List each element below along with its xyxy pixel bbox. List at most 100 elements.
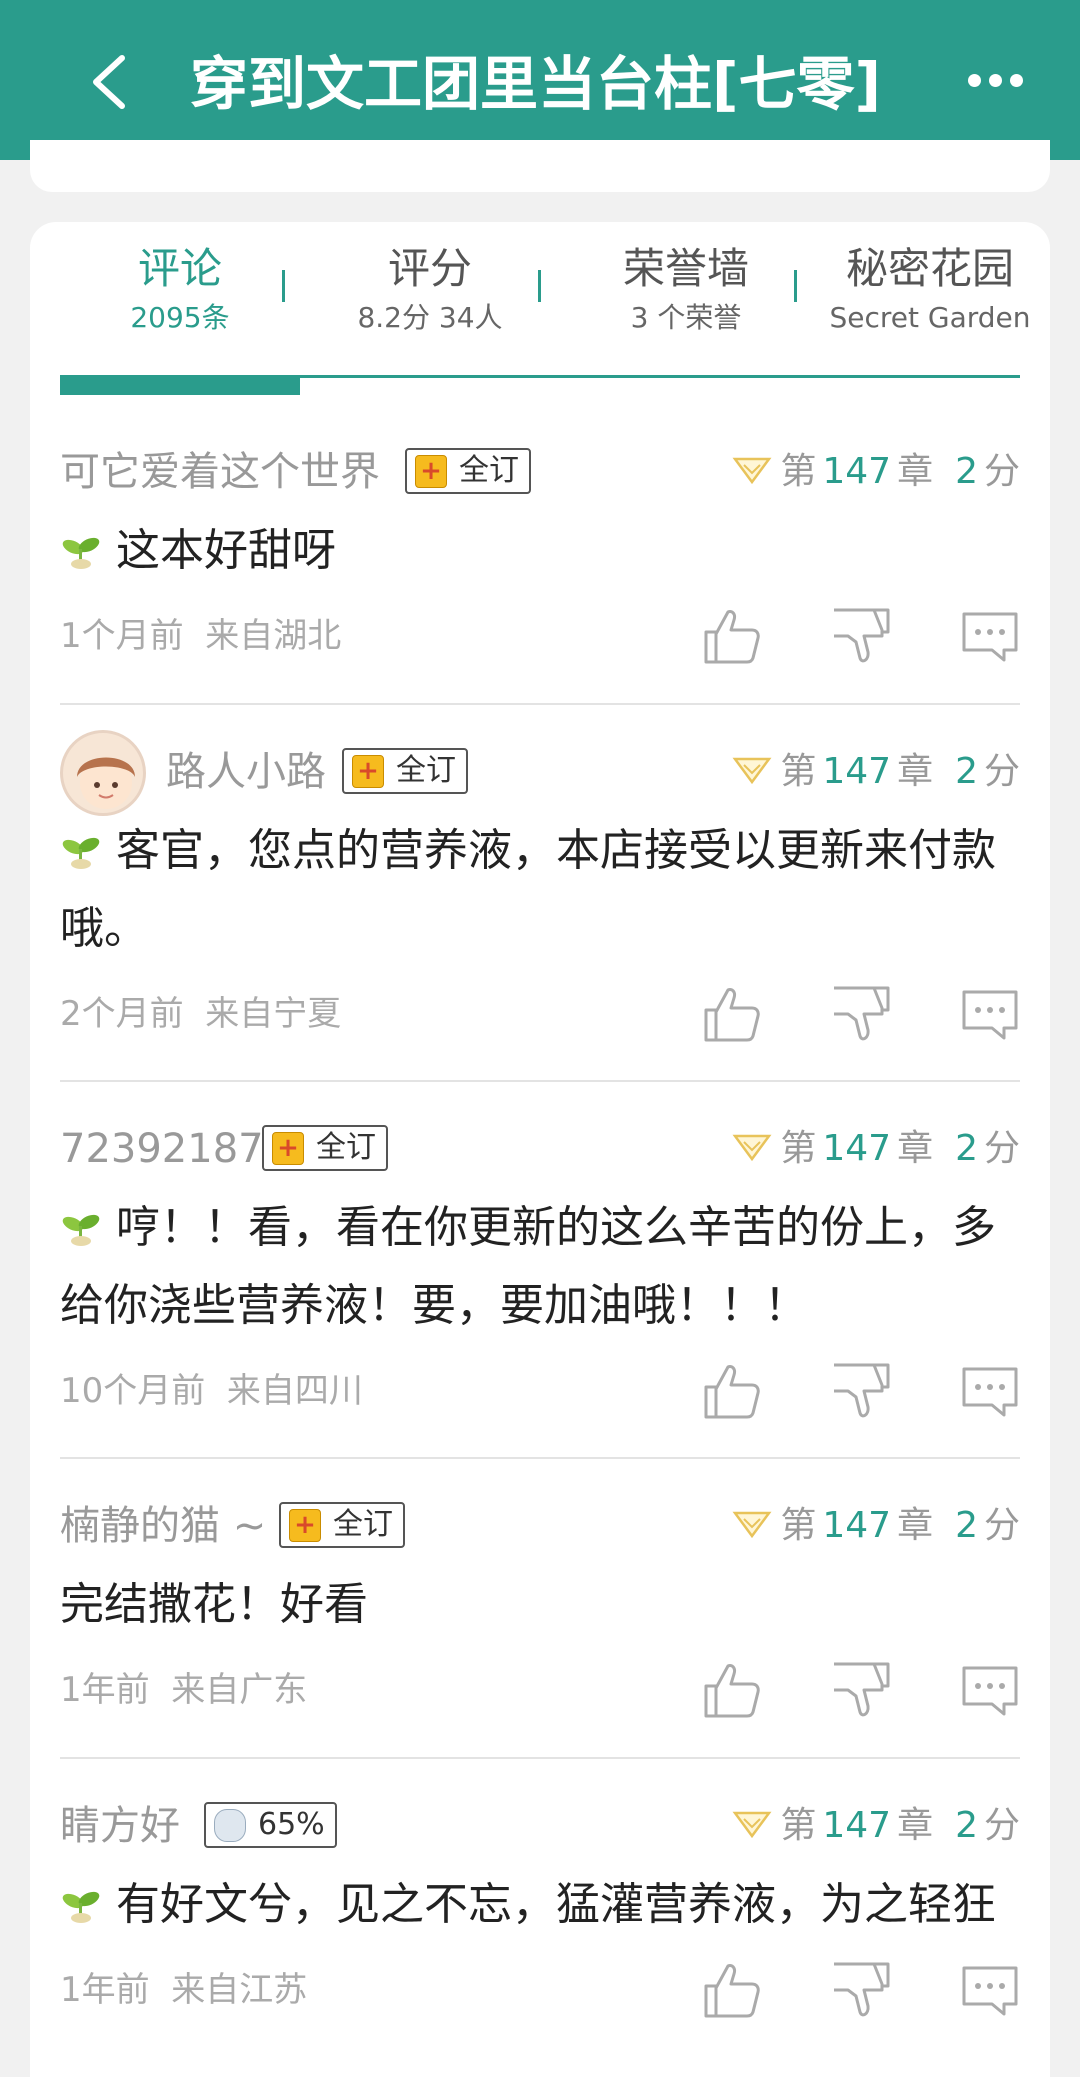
chapter-prefix: 第: [780, 751, 817, 792]
score-value: 2: [955, 751, 978, 792]
reply-bubble-icon[interactable]: [960, 1960, 1020, 2020]
comment-text: 有好文兮，见之不忘，猛灌营养液，为之轻狂: [60, 1866, 1020, 1944]
top-app-bar: 穿到文工团里当台柱[七零]: [0, 0, 1080, 160]
comment-footer: 1年前 来自广东: [60, 1660, 1020, 1720]
comment-time: 1年前: [60, 1670, 150, 1710]
comment-content: 哼！！看，看在你更新的这么辛苦的份上，多给你浇些营养液！要，要加油哦！！！: [60, 1202, 996, 1331]
comment-text: 这本好甜呀: [60, 512, 1020, 590]
comment-time-location: 1年前 来自广东: [60, 1660, 307, 1720]
comment-time: 10个月前: [60, 1371, 206, 1411]
reply-bubble-icon[interactable]: [960, 1361, 1020, 1421]
score-value: 2: [955, 1805, 978, 1846]
reading-progress-badge: 65%: [204, 1802, 337, 1848]
reply-bubble-icon[interactable]: [960, 606, 1020, 666]
comment-footer: 1年前 来自江苏: [60, 1960, 1020, 2020]
chapter-suffix: 章: [897, 1505, 934, 1546]
bookmark-badge-icon: [272, 1127, 304, 1169]
comment-time: 2个月前: [60, 994, 184, 1034]
comment-content: 有好文兮，见之不忘，猛灌营养液，为之轻狂: [116, 1879, 996, 1930]
chapter-number: 147: [822, 1805, 892, 1846]
tab-label: 秘密花园: [845, 244, 1014, 293]
chapter-number: 147: [822, 1505, 892, 1546]
score-suffix: 分: [983, 751, 1020, 792]
tab-divider: [282, 270, 285, 302]
thumbs-up-icon[interactable]: [702, 984, 762, 1044]
tab-honor-wall[interactable]: 荣誉墙 3 个荣誉: [566, 238, 806, 336]
chapter-suffix: 章: [897, 1128, 934, 1169]
back-button[interactable]: [84, 52, 134, 112]
badge-label: 全订: [316, 1130, 376, 1165]
subscription-badge: 全订: [262, 1125, 388, 1171]
sprout-icon: [62, 837, 100, 869]
chapter-score-info: 第 147 章 2 分: [732, 744, 1020, 800]
chapter-score-info: 第 147 章 2 分: [732, 1121, 1020, 1177]
tab-sublabel: Secret Garden: [829, 301, 1031, 334]
comment-footer: 2个月前 来自宁夏: [60, 984, 1020, 1044]
diamond-icon: [732, 1511, 772, 1539]
more-dot: [1010, 74, 1023, 87]
sprout-icon: [62, 537, 100, 569]
tab-rating[interactable]: 评分 8.2分 34人: [310, 238, 550, 336]
reply-bubble-icon[interactable]: [960, 1660, 1020, 1720]
comment-location: 来自江苏: [171, 1970, 308, 2010]
score-suffix: 分: [983, 1505, 1020, 1546]
score-value: 2: [955, 451, 978, 492]
reply-bubble-icon[interactable]: [960, 984, 1020, 1044]
chevron-left-icon: [93, 55, 125, 109]
chapter-number: 147: [822, 451, 892, 492]
more-dot: [989, 74, 1002, 87]
tab-divider: [538, 270, 541, 302]
comment-time-location: 1个月前 来自湖北: [60, 606, 341, 666]
thumbs-down-icon[interactable]: [832, 1361, 892, 1421]
comment-footer: 1个月前 来自湖北: [60, 606, 1020, 666]
score-value: 2: [955, 1505, 978, 1546]
diamond-icon: [732, 1811, 772, 1839]
tab-secret-garden[interactable]: 秘密花园 Secret Garden: [820, 238, 1040, 336]
chapter-number: 147: [822, 751, 892, 792]
score-suffix: 分: [983, 1128, 1020, 1169]
comment-separator: [60, 1757, 1020, 1759]
tab-comments[interactable]: 评论 2095条: [60, 238, 300, 336]
comment-content: 客官，您点的营养液，本店接受以更新来付款哦。: [60, 825, 996, 954]
sprout-icon: [62, 1214, 100, 1246]
username[interactable]: 72392187: [60, 1121, 264, 1177]
comment-time-location: 1年前 来自江苏: [60, 1960, 307, 2020]
score-suffix: 分: [983, 1805, 1020, 1846]
chapter-prefix: 第: [780, 1505, 817, 1546]
comment-location: 来自四川: [226, 1371, 363, 1411]
avatar[interactable]: [60, 730, 146, 816]
username[interactable]: 楠静的猫 ~: [60, 1498, 266, 1554]
badge-label: 65%: [258, 1807, 325, 1842]
thumbs-up-icon[interactable]: [702, 606, 762, 666]
tab-active-indicator: [60, 378, 300, 395]
page-title: 穿到文工团里当台柱[七零]: [190, 50, 882, 118]
bookmark-badge-icon: [352, 750, 384, 792]
info-card-bottom: [30, 140, 1050, 192]
chapter-score-info: 第 147 章 2 分: [732, 1798, 1020, 1854]
username[interactable]: 可它爱着这个世界: [60, 444, 380, 500]
thumbs-down-icon[interactable]: [832, 1660, 892, 1720]
username[interactable]: 路人小路: [166, 744, 326, 800]
more-options-button[interactable]: [968, 72, 1024, 90]
chapter-prefix: 第: [780, 1805, 817, 1846]
comment-footer: 10个月前 来自四川: [60, 1361, 1020, 1421]
comment-text: 客官，您点的营养液，本店接受以更新来付款哦。: [60, 812, 1020, 968]
comment-location: 来自广东: [171, 1670, 308, 1710]
silver-ingot-icon: [214, 1809, 246, 1842]
thumbs-down-icon[interactable]: [832, 1960, 892, 2020]
thumbs-up-icon[interactable]: [702, 1960, 762, 2020]
thumbs-up-icon[interactable]: [702, 1660, 762, 1720]
chapter-score-info: 第 147 章 2 分: [732, 444, 1020, 500]
chapter-number: 147: [822, 1128, 892, 1169]
tab-sublabel: 8.2分 34人: [357, 301, 503, 334]
username[interactable]: 睛方好: [60, 1798, 180, 1854]
badge-label: 全订: [396, 753, 456, 788]
comment-content: 这本好甜呀: [116, 525, 336, 576]
chapter-suffix: 章: [897, 451, 934, 492]
thumbs-up-icon[interactable]: [702, 1361, 762, 1421]
comment-separator: [60, 703, 1020, 705]
thumbs-down-icon[interactable]: [832, 984, 892, 1044]
thumbs-down-icon[interactable]: [832, 606, 892, 666]
subscription-badge: 全订: [342, 748, 468, 794]
bookmark-badge-icon: [289, 1504, 321, 1546]
